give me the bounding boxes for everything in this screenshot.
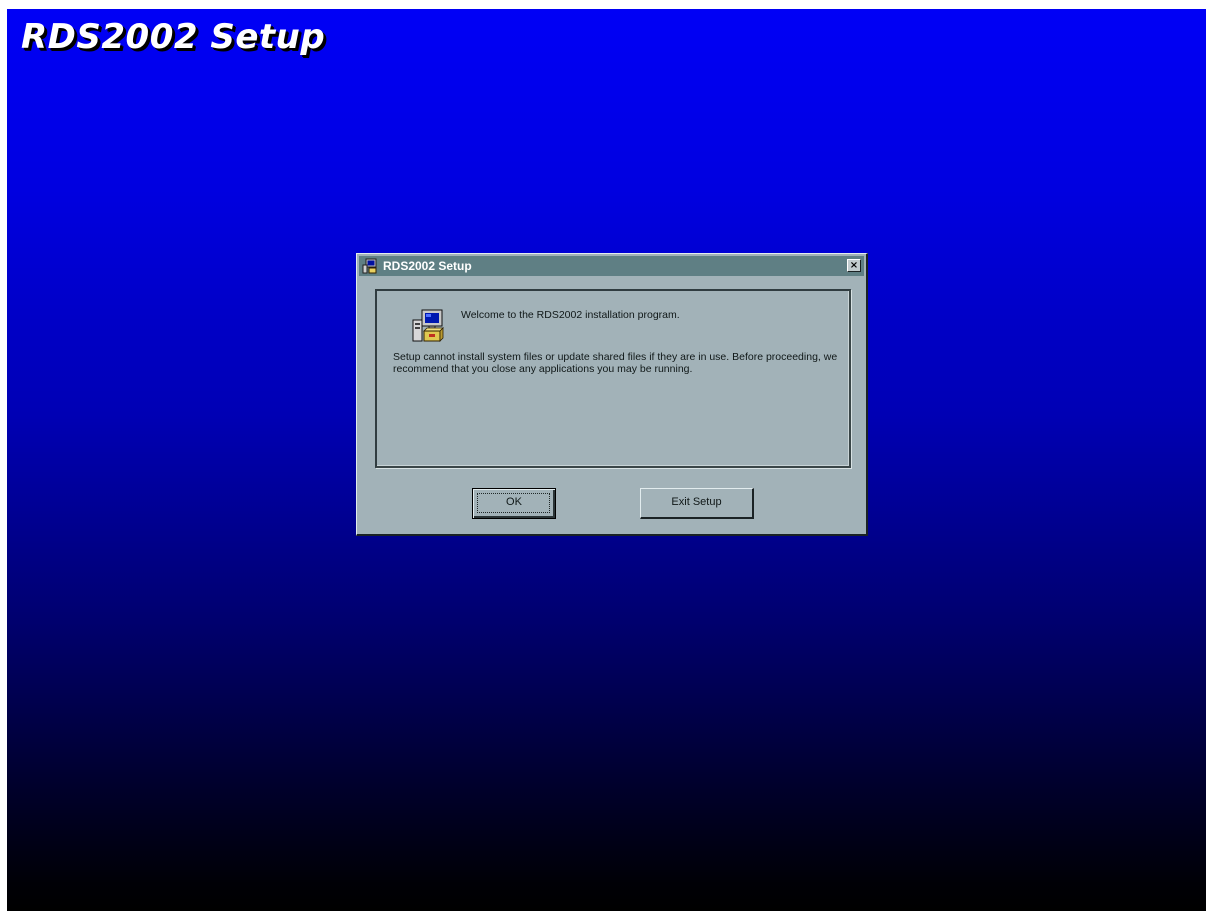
dialog-content-frame: Welcome to the RDS2002 installation prog…: [375, 289, 851, 468]
exit-setup-button-label: Exit Setup: [671, 496, 722, 508]
ok-button[interactable]: OK: [472, 488, 556, 519]
setup-banner-title: RDS2002 Setup: [21, 17, 326, 57]
setup-background: RDS2002 Setup RDS2002 Setup × Welcome to…: [7, 9, 1206, 911]
dialog-title: RDS2002 Setup: [383, 259, 472, 273]
dialog-titlebar[interactable]: RDS2002 Setup ×: [359, 256, 864, 276]
setup-computer-icon: [410, 308, 446, 344]
close-button[interactable]: ×: [847, 259, 861, 272]
close-icon: ×: [849, 260, 859, 271]
setup-computer-icon: [362, 258, 378, 274]
ok-button-label: OK: [506, 496, 522, 508]
welcome-message: Welcome to the RDS2002 installation prog…: [461, 309, 680, 321]
warning-message: Setup cannot install system files or upd…: [393, 351, 838, 375]
exit-setup-button[interactable]: Exit Setup: [640, 488, 754, 519]
setup-dialog: RDS2002 Setup × Welcome to the RDS2002 i…: [356, 253, 868, 536]
